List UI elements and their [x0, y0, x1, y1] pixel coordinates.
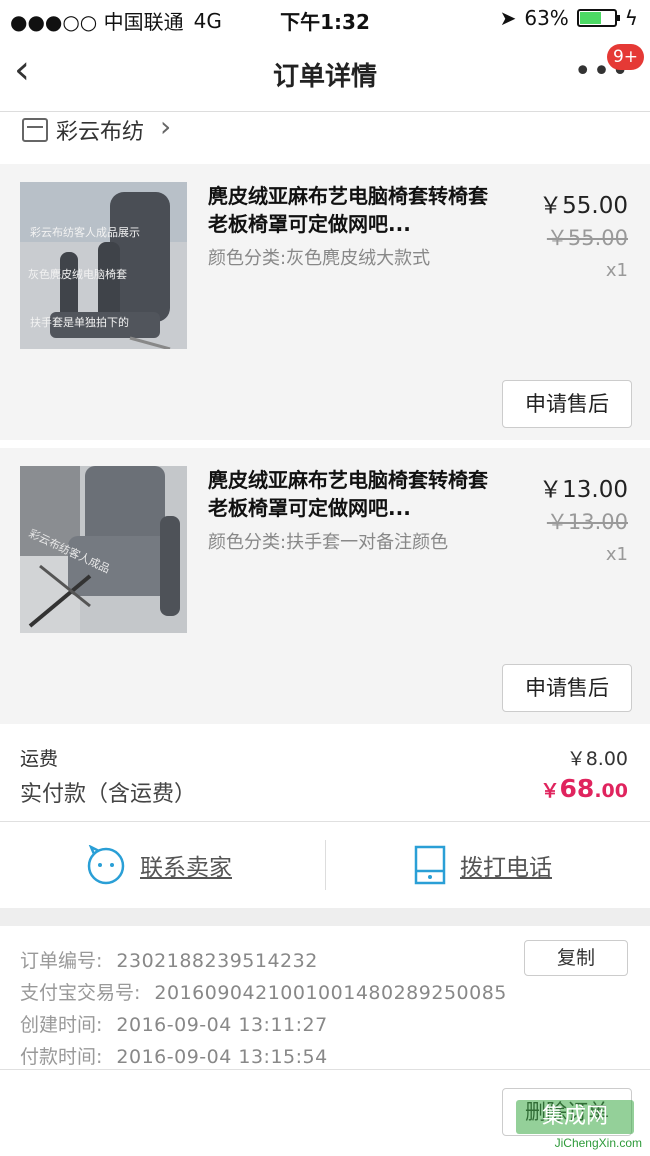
shop-row[interactable]: 彩云布纺 › — [0, 110, 650, 164]
product-price: ￥55.00 — [539, 193, 628, 219]
paid-integer: 68 — [559, 774, 595, 803]
paid-time-row: 付款时间: 2016-09-04 13:15:54 — [20, 1042, 328, 1069]
product-thumbnail[interactable]: 彩云布纺客人成品展示 灰色麂皮绒电脑椅套 扶手套是单独拍下的 — [20, 182, 187, 349]
phone-icon — [414, 845, 446, 885]
order-info: 订单编号: 2302188239514232 复制 支付宝交易号: 20160904… — [0, 926, 650, 1070]
product-price: ￥13.00 — [539, 477, 628, 503]
battery-icon — [576, 9, 620, 27]
after-sale-button[interactable]: 申请售后 — [502, 380, 632, 428]
product-spec: 颜色分类:灰色麂皮绒大款式 — [208, 248, 431, 269]
order-number-row: 订单编号: 2302188239514232 — [20, 946, 318, 973]
thumb-caption: 彩云布纺客人成品展示 — [30, 225, 140, 239]
call-phone-label: 拨打电话 — [460, 855, 552, 881]
watermark-url: JiChengXin.com — [554, 1136, 642, 1150]
footer-bar: 删除订单 集成网 JiChengXin.com — [0, 1070, 650, 1156]
shop-name: 彩云布纺 — [56, 120, 145, 145]
paid-label: 实付款（含运费） — [20, 782, 197, 807]
product-quantity: x1 — [605, 260, 628, 281]
product-title[interactable]: 麂皮绒亚麻布艺电脑椅套转椅套老板椅罩可定做网吧... — [208, 182, 498, 238]
section-gap — [0, 908, 650, 926]
alipay-number: 2016090421001001480289250085 — [154, 982, 507, 1004]
paid-time: 2016-09-04 13:15:54 — [116, 1046, 328, 1068]
product-thumbnail[interactable]: 彩云布纺客人成品 — [20, 466, 187, 633]
shipping-label: 运费 — [20, 748, 59, 770]
thumb-caption: 扶手套是单独拍下的 — [30, 315, 129, 329]
copy-button[interactable]: 复制 — [524, 940, 628, 976]
paid-currency: ￥ — [540, 780, 560, 802]
created-time: 2016-09-04 13:11:27 — [116, 1014, 328, 1036]
call-phone-button[interactable]: 拨打电话 — [414, 822, 552, 908]
paid-amount: ￥68.00 — [541, 774, 628, 803]
alipay-label: 支付宝交易号: — [20, 982, 141, 1004]
page-title: 订单详情 — [272, 62, 377, 92]
shipping-value: ￥8.00 — [566, 748, 628, 770]
alipay-row: 支付宝交易号: 2016090421001001480289250085 — [20, 978, 507, 1005]
order-item[interactable]: 彩云布纺客人成品展示 灰色麂皮绒电脑椅套 扶手套是单独拍下的 麂皮绒亚麻布艺电脑… — [0, 164, 650, 440]
contact-bar: 联系卖家 拨打电话 — [0, 822, 650, 908]
order-number: 2302188239514232 — [116, 950, 318, 972]
order-totals: 运费 ￥8.00 实付款（含运费） ￥68.00 — [0, 726, 650, 822]
product-quantity: x1 — [605, 544, 628, 565]
order-item[interactable]: 彩云布纺客人成品 麂皮绒亚麻布艺电脑椅套转椅套老板椅罩可定做网吧... 颜色分类… — [0, 448, 650, 724]
paid-time-label: 付款时间: — [20, 1046, 103, 1068]
created-row: 创建时间: 2016-09-04 13:11:27 — [20, 1010, 328, 1037]
store-icon — [22, 118, 48, 142]
notification-badge: 9+ — [606, 44, 644, 70]
battery-percent: 63% — [524, 6, 569, 30]
chat-face-icon — [87, 845, 125, 885]
chevron-right-icon: › — [160, 110, 172, 143]
contact-seller-label: 联系卖家 — [140, 855, 232, 881]
thumb-caption: 灰色麂皮绒电脑椅套 — [28, 267, 127, 281]
charging-icon: ϟ — [624, 6, 638, 30]
location-icon: ➤ — [499, 6, 517, 30]
armrest-image: 彩云布纺客人成品 — [20, 466, 187, 633]
original-price: ￥13.00 — [546, 510, 628, 534]
product-spec: 颜色分类:扶手套一对备注颜色 — [208, 532, 449, 553]
contact-seller-button[interactable]: 联系卖家 — [86, 822, 232, 908]
status-bar: ●●●○○ 中国联通 4G 下午1:32 ➤ 63% ϟ — [0, 0, 650, 36]
created-label: 创建时间: — [20, 1014, 103, 1036]
paid-decimal: .00 — [594, 780, 628, 802]
watermark-logo: 集成网 — [516, 1100, 634, 1134]
original-price: ￥55.00 — [546, 226, 628, 250]
after-sale-button[interactable]: 申请售后 — [502, 664, 632, 712]
order-number-label: 订单编号: — [20, 950, 103, 972]
chair-image: 彩云布纺客人成品展示 灰色麂皮绒电脑椅套 扶手套是单独拍下的 — [20, 182, 187, 349]
divider — [325, 840, 326, 890]
product-title[interactable]: 麂皮绒亚麻布艺电脑椅套转椅套老板椅罩可定做网吧... — [208, 466, 498, 522]
nav-bar: ‹ 订单详情 ••• 9+ — [0, 36, 650, 112]
